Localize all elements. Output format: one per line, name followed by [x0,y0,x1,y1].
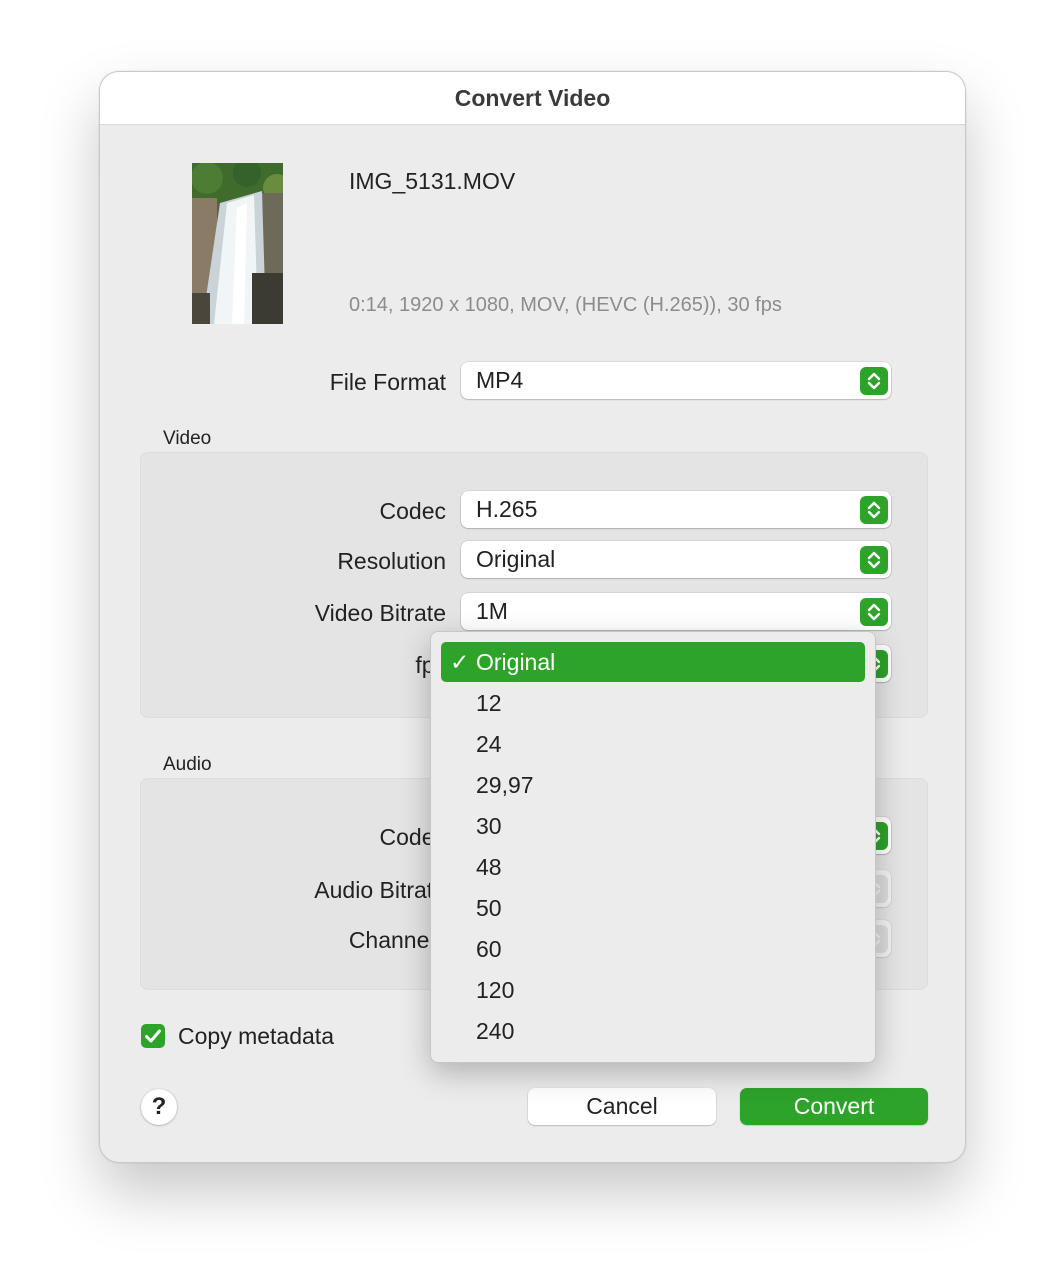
popup-arrows-icon [860,367,888,395]
fps-option-label: 48 [476,854,502,880]
fps-option-240[interactable]: 240 [441,1011,865,1051]
fps-option-label: 24 [476,731,502,757]
video-bitrate-label: Video Bitrate [314,600,446,626]
resolution-label: Resolution [337,548,446,574]
video-section-title: Video [163,428,212,449]
video-thumbnail [192,163,283,324]
fps-option-label: 12 [476,690,502,716]
copy-metadata-checkbox[interactable] [141,1024,165,1048]
file-format-value: MP4 [476,367,524,393]
copy-metadata-label[interactable]: Copy metadata [178,1023,334,1050]
popup-arrows-icon [860,546,888,574]
fps-option-label: 29,97 [476,772,534,798]
fps-option-12[interactable]: 12 [441,683,865,723]
audio-bitrate-label: Audio Bitrate [314,877,446,903]
fps-option-120[interactable]: 120 [441,970,865,1010]
fps-option-label: 120 [476,977,515,1003]
fps-option-60[interactable]: 60 [441,929,865,969]
popup-arrows-icon [860,598,888,626]
fps-option-label: 240 [476,1018,515,1044]
checkmark-icon: ✓ [450,649,470,675]
fps-option-50[interactable]: 50 [441,888,865,928]
help-button[interactable]: ? [141,1089,177,1125]
audio-codec-label: Codec [379,824,446,850]
fps-option-48[interactable]: 48 [441,847,865,887]
video-bitrate-value: 1M [476,598,508,624]
file-format-popup[interactable]: MP4 [461,362,891,399]
file-format-label: File Format [329,369,446,395]
resolution-popup[interactable]: Original [461,541,891,578]
video-codec-label: Codec [379,498,446,524]
dialog-title: Convert Video [100,72,965,125]
fps-option-30[interactable]: 30 [441,806,865,846]
convert-button[interactable]: Convert [740,1088,928,1125]
fps-option-original[interactable]: ✓ Original [441,642,865,682]
fps-option-label: 30 [476,813,502,839]
channels-label: Channels [348,927,446,953]
file-info: 0:14, 1920 x 1080, MOV, (HEVC (H.265)), … [349,294,782,316]
file-name: IMG_5131.MOV [349,168,516,194]
checkmark-icon [145,1029,161,1043]
cancel-button[interactable]: Cancel [528,1088,716,1125]
fps-option-24[interactable]: 24 [441,724,865,764]
audio-section-title: Audio [163,754,212,775]
fps-option-29-97[interactable]: 29,97 [441,765,865,805]
popup-arrows-icon [860,496,888,524]
resolution-value: Original [476,546,556,572]
fps-dropdown-menu: ✓ Original 12 24 29,97 30 48 50 60 120 2… [430,631,876,1063]
fps-option-label: 60 [476,936,502,962]
fps-label: fps [146,652,446,679]
video-codec-popup[interactable]: H.265 [461,491,891,528]
fps-option-label: 50 [476,895,502,921]
video-codec-value: H.265 [476,496,538,522]
video-bitrate-popup[interactable]: 1M [461,593,891,630]
fps-option-label: Original [476,649,556,675]
